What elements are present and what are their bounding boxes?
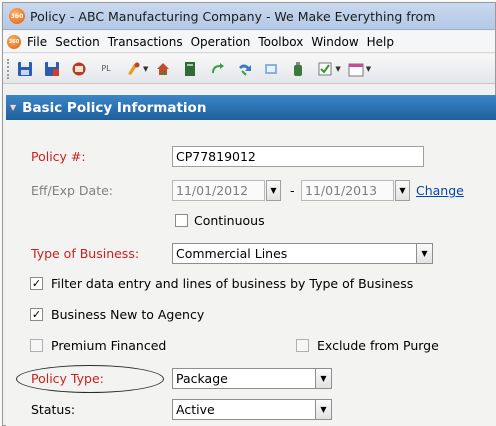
policy-type-select[interactable]: Package ▼	[172, 368, 332, 389]
continuous-label: Continuous	[194, 213, 265, 228]
eff-date-input[interactable]: 11/01/2012	[172, 180, 265, 201]
menu-bar: 360 File Section Transactions Operation …	[3, 31, 495, 53]
bottle-icon[interactable]	[289, 60, 307, 78]
chevron-down-icon: ▼	[399, 186, 406, 195]
title-bar[interactable]: 360 Policy - ABC Manufacturing Company -…	[3, 3, 495, 30]
checklist-dropdown-icon[interactable]: ▼	[335, 65, 340, 73]
menu-transactions[interactable]: Transactions	[104, 35, 187, 49]
policy-number-label: Policy #:	[31, 149, 86, 164]
status-label: Status:	[31, 402, 76, 417]
exclude-purge-label: Exclude from Purge	[317, 338, 439, 353]
business-new-label: Business New to Agency	[51, 307, 205, 322]
print-icon[interactable]	[70, 60, 88, 78]
document-icon[interactable]	[262, 60, 280, 78]
paint-dropdown-icon[interactable]: ▼	[143, 65, 148, 73]
exp-date-dropdown-button[interactable]: ▼	[395, 180, 410, 201]
filter-entry-label: Filter data entry and lines of business …	[51, 276, 414, 291]
collapse-triangle-icon[interactable]: ▼	[10, 103, 16, 112]
type-of-business-label: Type of Business:	[31, 246, 140, 261]
change-link[interactable]: Change	[416, 183, 464, 198]
chevron-down-icon[interactable]: ▼	[416, 244, 432, 263]
redo-icon[interactable]	[235, 60, 253, 78]
menu-section[interactable]: Section	[51, 35, 104, 49]
section-header[interactable]: ▼ Basic Policy Information	[6, 95, 496, 120]
menu-toolbox[interactable]: Toolbox	[254, 35, 307, 49]
notebook-icon[interactable]	[181, 60, 199, 78]
toolbar-grip[interactable]	[7, 58, 10, 79]
policy-type-label: Policy Type:	[31, 371, 104, 386]
chevron-down-icon: ▼	[270, 186, 277, 195]
save-all-icon[interactable]	[43, 60, 61, 78]
pl-icon[interactable]: PL	[97, 60, 115, 78]
eff-date-dropdown-button[interactable]: ▼	[266, 180, 281, 201]
refresh-icon[interactable]	[208, 60, 226, 78]
eff-exp-date-label: Eff/Exp Date:	[31, 183, 114, 198]
policy-type-value: Package	[176, 371, 228, 386]
status-select[interactable]: Active ▼	[172, 399, 332, 420]
window-title: Policy - ABC Manufacturing Company - We …	[30, 8, 436, 24]
menu-help[interactable]: Help	[363, 35, 398, 49]
home-icon[interactable]	[154, 60, 172, 78]
save-icon[interactable]	[16, 60, 34, 78]
paint-icon[interactable]	[124, 60, 142, 78]
filter-entry-checkbox[interactable]: ✓	[30, 277, 43, 290]
toolbar: PL ▼ ▼ ▼	[3, 54, 495, 84]
business-new-checkbox[interactable]: ✓	[30, 308, 43, 321]
calendar-dropdown-icon[interactable]: ▼	[366, 65, 371, 73]
status-value: Active	[176, 402, 215, 417]
exclude-purge-checkbox[interactable]	[296, 339, 309, 352]
chevron-down-icon[interactable]: ▼	[315, 400, 331, 419]
exp-date-input[interactable]: 11/01/2013	[301, 180, 394, 201]
basic-policy-panel: Policy #: CP77819012 Eff/Exp Date: 11/01…	[6, 120, 496, 426]
date-separator: -	[290, 183, 295, 198]
menu-file[interactable]: File	[23, 35, 51, 49]
section-title: Basic Policy Information	[22, 99, 207, 116]
type-of-business-value: Commercial Lines	[176, 246, 288, 261]
system-menu-icon[interactable]: 360	[7, 34, 21, 49]
menu-window[interactable]: Window	[307, 35, 362, 49]
chevron-down-icon[interactable]: ▼	[315, 369, 331, 388]
policy-number-input[interactable]: CP77819012	[172, 146, 424, 167]
menu-operation[interactable]: Operation	[187, 35, 255, 49]
calendar-icon[interactable]	[347, 60, 365, 78]
checklist-icon[interactable]	[316, 60, 334, 78]
continuous-checkbox[interactable]	[175, 214, 188, 227]
premium-financed-label: Premium Financed	[51, 338, 167, 353]
type-of-business-select[interactable]: Commercial Lines ▼	[172, 243, 433, 264]
app-logo-icon: 360	[9, 8, 25, 24]
premium-financed-checkbox[interactable]	[30, 339, 43, 352]
